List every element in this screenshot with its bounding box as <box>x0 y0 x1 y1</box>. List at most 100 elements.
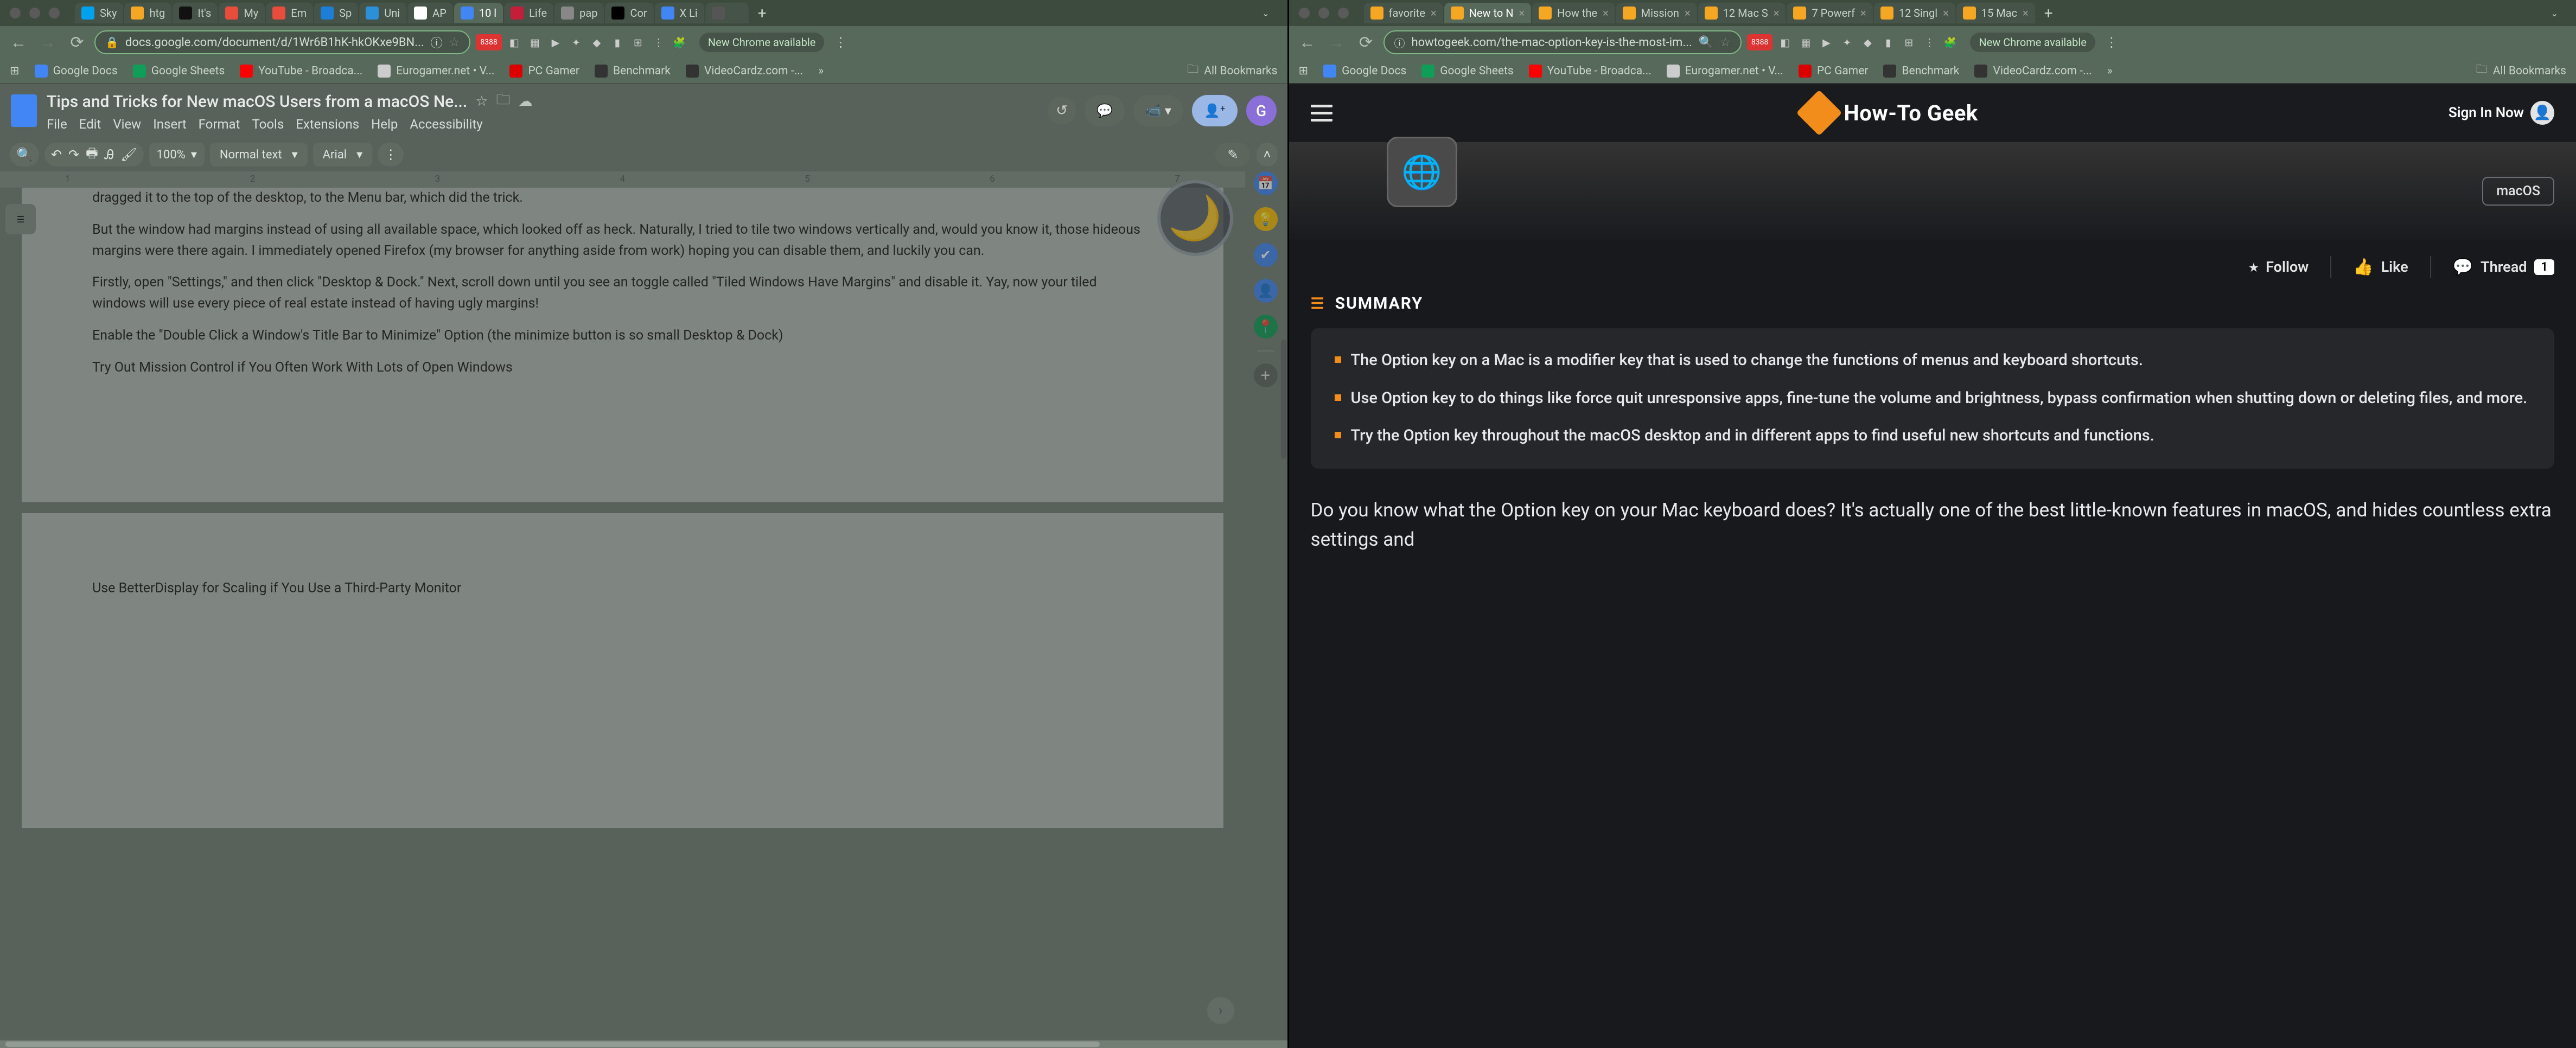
bookmark-item[interactable]: Benchmark <box>595 65 671 78</box>
doc-title[interactable]: Tips and Tricks for New macOS Users from… <box>47 92 467 111</box>
close-icon[interactable]: × <box>1431 7 1437 20</box>
bookmark-item[interactable]: YouTube - Broadca... <box>240 65 362 78</box>
outline-button[interactable]: ☰ <box>5 204 36 234</box>
apps-icon[interactable]: ⊞ <box>1299 64 1309 78</box>
more-tools-icon[interactable]: ⋮ <box>384 147 397 162</box>
all-bookmarks[interactable]: 🗀 All Bookmarks <box>1187 61 1277 80</box>
menu-item[interactable]: Tools <box>252 117 284 132</box>
bookmark-item[interactable]: Google Sheets <box>1421 65 1514 78</box>
font-select[interactable]: Arial▾ <box>313 143 373 167</box>
docs-logo-icon[interactable] <box>11 94 37 127</box>
close-icon[interactable]: × <box>1774 7 1780 20</box>
close-dot[interactable] <box>1299 8 1310 18</box>
chrome-menu-icon[interactable]: ⋮ <box>2101 35 2122 50</box>
bookmark-item[interactable]: PC Gamer <box>509 65 579 78</box>
ext-badge[interactable]: 8388 <box>476 34 501 50</box>
ext-icon[interactable]: ✦ <box>1839 34 1855 50</box>
url-box[interactable]: ⓘ howtogeek.com/the-mac-option-key-is-th… <box>1383 30 1742 54</box>
ext-icon[interactable]: ⋮ <box>651 34 667 50</box>
style-select[interactable]: Normal text▾ <box>210 143 308 167</box>
ext-icon[interactable]: ▶ <box>547 34 564 50</box>
doc-page[interactable]: Use BetterDisplay for Scaling if You Use… <box>22 513 1223 828</box>
browser-tab[interactable]: 12 Singl× <box>1874 3 1955 23</box>
close-icon[interactable]: × <box>2023 7 2029 20</box>
move-icon[interactable]: 🗀 <box>496 90 511 113</box>
menu-item[interactable]: Extensions <box>296 117 359 132</box>
bookmark-item[interactable]: Google Sheets <box>133 65 225 78</box>
ext-icon[interactable]: ▦ <box>527 34 543 50</box>
chrome-update-chip[interactable]: New Chrome available <box>699 33 824 52</box>
new-tab-button[interactable]: + <box>2036 4 2061 22</box>
browser-tab[interactable]: Sky <box>75 3 123 23</box>
menu-item[interactable]: Format <box>199 117 240 132</box>
browser-tab[interactable]: Sp <box>314 3 358 23</box>
bookmark-item[interactable]: Eurogamer.net • V... <box>378 65 494 78</box>
scroll-thumb[interactable] <box>5 1041 1100 1047</box>
reload-button[interactable]: ⟳ <box>65 30 89 54</box>
contacts-icon[interactable]: 👤 <box>1254 279 1278 303</box>
browser-tab[interactable]: AP <box>407 3 453 23</box>
ext-icon[interactable]: ⊞ <box>630 34 646 50</box>
like-button[interactable]: 👍 Like <box>2353 254 2408 280</box>
explore-button[interactable]: › <box>1207 997 1234 1024</box>
bookmark-item[interactable]: YouTube - Broadca... <box>1529 65 1652 78</box>
browser-tab[interactable]: favorite× <box>1364 3 1443 23</box>
ext-icon[interactable]: ▦ <box>1797 34 1814 50</box>
browser-tab[interactable] <box>705 3 749 23</box>
menu-item[interactable]: View <box>113 117 141 132</box>
macos-tag[interactable]: macOS <box>2482 177 2554 206</box>
follow-button[interactable]: ⭑ Follow <box>2249 254 2309 280</box>
bookmark-item[interactable]: Google Docs <box>1323 65 1406 78</box>
ext-icon[interactable]: ▮ <box>1880 34 1896 50</box>
menu-item[interactable]: File <box>47 117 67 132</box>
close-icon[interactable]: × <box>1860 7 1866 20</box>
spellcheck-icon[interactable]: Ꭿ <box>105 147 114 162</box>
ext-badge[interactable]: 8388 <box>1747 34 1772 50</box>
close-icon[interactable]: × <box>1685 7 1691 20</box>
bookmark-item[interactable]: Google Docs <box>35 65 118 78</box>
zoom-select[interactable]: 100%▾ <box>149 143 205 167</box>
ext-icon[interactable]: ◧ <box>506 34 522 50</box>
all-bookmarks[interactable]: 🗀 All Bookmarks <box>2476 61 2566 80</box>
browser-tab[interactable]: X Li <box>655 3 704 23</box>
browser-tab[interactable]: Uni <box>359 3 406 23</box>
edit-mode-button[interactable]: ✎ <box>1215 143 1250 167</box>
forward-button[interactable]: → <box>36 30 60 54</box>
keep-icon[interactable]: 💡 <box>1254 207 1278 231</box>
browser-tab[interactable]: Mission× <box>1616 3 1697 23</box>
menu-item[interactable]: Insert <box>153 117 186 132</box>
tasks-icon[interactable]: ✔ <box>1254 243 1278 267</box>
tab-overflow-icon[interactable]: ⌄ <box>1254 8 1277 18</box>
ext-icon[interactable]: ✦ <box>568 34 584 50</box>
ruler[interactable]: 1234567 <box>0 171 1245 188</box>
max-dot[interactable] <box>1338 8 1349 18</box>
calendar-icon[interactable]: 📅 <box>1254 171 1278 195</box>
chrome-menu-icon[interactable]: ⋮ <box>830 35 851 50</box>
menu-item[interactable]: Accessibility <box>410 117 482 132</box>
tab-overflow-icon[interactable]: ⌄ <box>2543 8 2566 18</box>
bookmark-item[interactable]: VideoCardz.com -... <box>686 65 803 78</box>
back-button[interactable]: ← <box>7 30 30 54</box>
bookmark-star-icon[interactable]: ☆ <box>1720 36 1731 49</box>
bookmark-item[interactable]: Benchmark <box>1883 65 1959 78</box>
hamburger-icon[interactable] <box>1311 105 1332 122</box>
translate-icon[interactable]: 🔍 <box>1699 36 1713 49</box>
bookmark-star-icon[interactable]: ☆ <box>449 36 460 49</box>
doc-page[interactable]: dragged it to the top of the desktop, to… <box>22 188 1223 502</box>
ext-icon[interactable]: ◆ <box>589 34 605 50</box>
site-info-icon[interactable]: ⓘ <box>1394 35 1405 50</box>
chrome-update-chip[interactable]: New Chrome available <box>1970 33 2095 52</box>
redo-icon[interactable]: ↷ <box>68 147 79 162</box>
reload-button[interactable]: ⟳ <box>1354 30 1378 54</box>
undo-icon[interactable]: ↶ <box>51 147 62 162</box>
browser-tab[interactable]: It's <box>173 3 218 23</box>
ext-icon[interactable]: ▶ <box>1818 34 1834 50</box>
cloud-icon[interactable]: ☁ <box>519 93 533 110</box>
ext-icon[interactable]: ⊞ <box>1901 34 1917 50</box>
menu-item[interactable]: Help <box>371 117 398 132</box>
ext-icon[interactable]: ◆ <box>1859 34 1876 50</box>
horizontal-scrollbar[interactable] <box>0 1040 1287 1048</box>
url-box[interactable]: 🔒 docs.google.com/document/d/1Wr6B1hK-hk… <box>94 30 470 54</box>
back-button[interactable]: ← <box>1296 30 1319 54</box>
signin-button[interactable]: Sign In Now 👤 <box>2449 101 2554 125</box>
